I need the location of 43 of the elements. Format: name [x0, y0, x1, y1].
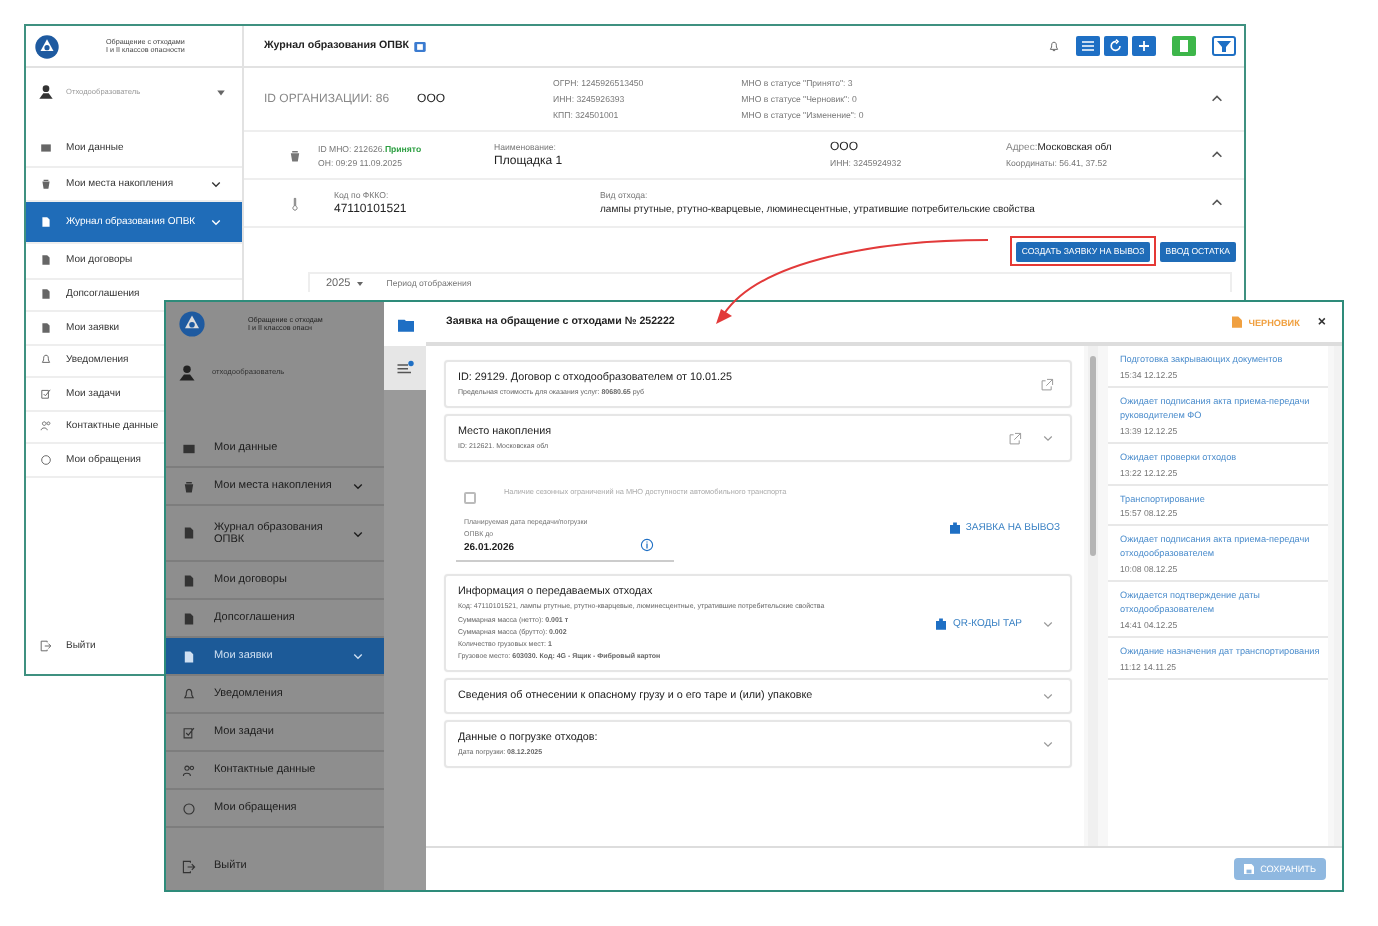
trash-icon — [182, 479, 196, 493]
scrollbar[interactable] — [1334, 346, 1342, 846]
task-icon — [40, 387, 52, 400]
chevron-icon[interactable] — [1042, 432, 1054, 444]
task-icon — [182, 725, 196, 739]
folder-icon — [397, 317, 413, 331]
filter-button[interactable] — [1212, 36, 1236, 56]
logo-icon — [34, 33, 60, 59]
folder-icon — [182, 441, 196, 455]
people-icon — [40, 420, 52, 433]
scrollbar[interactable] — [1088, 346, 1098, 846]
chevron-up-icon[interactable] — [1210, 148, 1224, 162]
info-icon[interactable] — [640, 538, 654, 553]
external-link-icon[interactable] — [1008, 431, 1022, 445]
bell-icon — [40, 354, 52, 367]
trash-icon — [40, 177, 52, 190]
chevron-icon[interactable] — [1042, 690, 1054, 703]
logo-icon — [178, 310, 206, 338]
list-button[interactable] — [1076, 36, 1100, 56]
caret-icon[interactable] — [216, 87, 226, 97]
chevron-up-icon[interactable] — [1210, 92, 1224, 106]
chevron-icon[interactable] — [1042, 617, 1054, 630]
logout-icon — [182, 859, 196, 873]
external-link-icon[interactable] — [1040, 377, 1054, 391]
chevron-up-icon[interactable] — [1210, 196, 1224, 210]
user-icon — [178, 361, 196, 383]
trash-icon[interactable] — [288, 147, 302, 163]
folder-icon — [40, 142, 52, 155]
refresh-button[interactable] — [1104, 36, 1128, 56]
logout-icon — [40, 640, 52, 652]
chevron-icon[interactable] — [1042, 738, 1054, 751]
bell-icon[interactable] — [1048, 39, 1060, 53]
chat-icon — [182, 801, 196, 815]
thermometer-icon — [288, 195, 302, 211]
list-icon[interactable] — [396, 360, 414, 376]
caret-icon[interactable] — [356, 279, 365, 287]
export-button[interactable] — [1172, 36, 1196, 56]
user-icon — [38, 82, 54, 102]
bell-icon — [182, 687, 196, 701]
chat-icon — [40, 453, 52, 466]
save-icon — [1244, 864, 1255, 874]
add-button[interactable] — [1132, 36, 1156, 56]
people-icon — [182, 763, 196, 777]
